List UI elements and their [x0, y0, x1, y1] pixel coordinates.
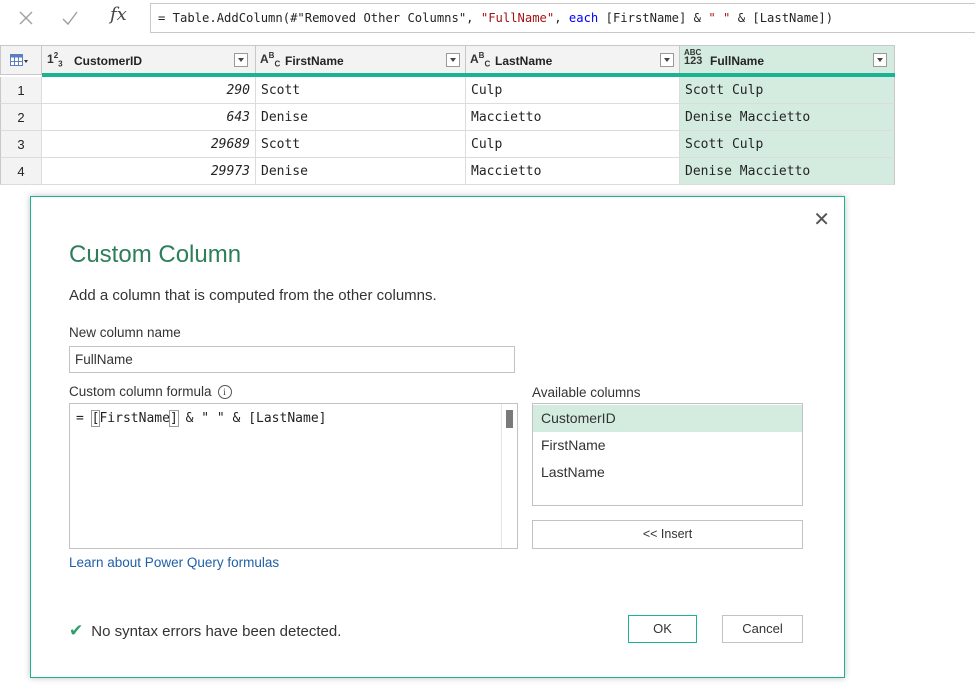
table-row: 2 643 Denise Maccietto Denise Maccietto — [0, 104, 895, 131]
cell-fullname[interactable]: Scott Culp — [680, 131, 895, 158]
formula-part: "FullName" — [480, 11, 555, 25]
formula-part: " " — [708, 11, 731, 25]
learn-formulas-link[interactable]: Learn about Power Query formulas — [69, 555, 279, 570]
filter-dropdown-icon[interactable] — [660, 53, 674, 67]
column-header-label: LastName — [495, 54, 553, 68]
available-column-item[interactable]: FirstName — [533, 432, 802, 459]
cancel-formula-icon[interactable] — [14, 6, 38, 30]
fx-icon[interactable]: fx — [110, 4, 127, 25]
text-type-icon[interactable]: ABC — [260, 51, 280, 68]
cell-firstname[interactable]: Scott — [256, 77, 466, 104]
table-row: 4 29973 Denise Maccietto Denise Macciett… — [0, 158, 895, 185]
scrollbar-thumb[interactable] — [506, 410, 513, 428]
available-column-item[interactable]: CustomerID — [533, 405, 802, 432]
row-number[interactable]: 3 — [0, 131, 42, 158]
formula-bar: fx = Table.AddColumn(#"Removed Other Col… — [0, 0, 975, 37]
custom-formula-label: Custom column formula i — [69, 384, 232, 399]
cell-fullname[interactable]: Denise Maccietto — [680, 158, 895, 185]
filter-dropdown-icon[interactable] — [446, 53, 460, 67]
table-row: 1 290 Scott Culp Scott Culp — [0, 77, 895, 104]
cell-firstname[interactable]: Scott — [256, 131, 466, 158]
table-menu-button[interactable] — [0, 45, 42, 75]
column-header-firstname[interactable]: ABC FirstName — [256, 45, 466, 75]
formula-part: each — [568, 11, 599, 25]
column-header-label: FullName — [710, 54, 765, 68]
new-column-name-input[interactable]: FullName — [69, 346, 515, 373]
custom-column-dialog: ✕ Custom Column Add a column that is com… — [30, 196, 845, 678]
cell-customerid[interactable]: 290 — [42, 77, 256, 104]
table-icon — [10, 54, 28, 66]
formula-part: [FirstName] & — [598, 11, 709, 25]
row-number[interactable]: 4 — [0, 158, 42, 185]
column-header-label: CustomerID — [74, 54, 143, 68]
close-icon[interactable]: ✕ — [813, 207, 830, 231]
cell-fullname[interactable]: Scott Culp — [680, 77, 895, 104]
formula-segment: ] — [168, 410, 179, 427]
syntax-status-text: No syntax errors have been detected. — [91, 623, 342, 640]
cell-fullname[interactable]: Denise Maccietto — [680, 104, 895, 131]
cell-firstname[interactable]: Denise — [256, 104, 466, 131]
filter-dropdown-icon[interactable] — [234, 53, 248, 67]
formula-input[interactable]: = Table.AddColumn(#"Removed Other Column… — [150, 3, 975, 33]
formula-text: = [FirstName] & " " & [LastName] — [76, 410, 327, 427]
formula-part: , — [554, 11, 569, 25]
formula-scrollbar[interactable] — [501, 404, 517, 548]
cancel-button[interactable]: Cancel — [722, 615, 803, 643]
cell-lastname[interactable]: Maccietto — [466, 158, 680, 185]
row-number[interactable]: 2 — [0, 104, 42, 131]
new-column-name-label: New column name — [69, 325, 181, 340]
header-row: 123 CustomerID ABC FirstName ABC LastNam… — [0, 45, 895, 77]
column-header-label: FirstName — [285, 54, 344, 68]
dialog-description: Add a column that is computed from the o… — [69, 287, 437, 304]
whole-number-type-icon[interactable]: 123 — [47, 51, 63, 68]
custom-formula-editor[interactable]: = [FirstName] & " " & [LastName] — [69, 403, 518, 549]
formula-part: = Table.AddColumn(#"Removed Other Column… — [158, 11, 481, 25]
cell-lastname[interactable]: Maccietto — [466, 104, 680, 131]
table-row: 3 29689 Scott Culp Scott Culp — [0, 131, 895, 158]
cell-firstname[interactable]: Denise — [256, 158, 466, 185]
column-header-lastname[interactable]: ABC LastName — [466, 45, 680, 75]
checkmark-icon: ✔ — [69, 621, 84, 640]
available-column-item[interactable]: LastName — [533, 459, 802, 486]
insert-button[interactable]: << Insert — [532, 520, 803, 549]
custom-formula-label-text: Custom column formula — [69, 384, 212, 399]
cell-customerid[interactable]: 29973 — [42, 158, 256, 185]
cell-lastname[interactable]: Culp — [466, 77, 680, 104]
formula-part: & [LastName]) — [730, 11, 834, 25]
ok-button[interactable]: OK — [628, 615, 697, 643]
cell-customerid[interactable]: 29689 — [42, 131, 256, 158]
available-columns-list: CustomerID FirstName LastName — [532, 403, 803, 506]
dialog-title: Custom Column — [69, 241, 242, 268]
cell-customerid[interactable]: 643 — [42, 104, 256, 131]
row-number[interactable]: 1 — [0, 77, 42, 104]
cell-lastname[interactable]: Culp — [466, 131, 680, 158]
syntax-status: ✔ No syntax errors have been detected. — [69, 621, 341, 641]
available-columns-label: Available columns — [532, 385, 641, 400]
filter-dropdown-icon[interactable] — [873, 53, 887, 67]
any-type-icon[interactable]: ABC 123 — [684, 48, 702, 67]
confirm-formula-icon[interactable] — [58, 6, 82, 30]
info-icon[interactable]: i — [217, 385, 232, 399]
text-type-icon[interactable]: ABC — [470, 51, 490, 68]
formula-segment: & " " & [LastName] — [177, 411, 327, 426]
column-header-customerid[interactable]: 123 CustomerID — [42, 45, 256, 75]
column-header-fullname[interactable]: ABC 123 FullName — [680, 45, 895, 75]
formula-segment: FirstName — [99, 411, 170, 426]
formula-segment: = — [76, 411, 92, 426]
